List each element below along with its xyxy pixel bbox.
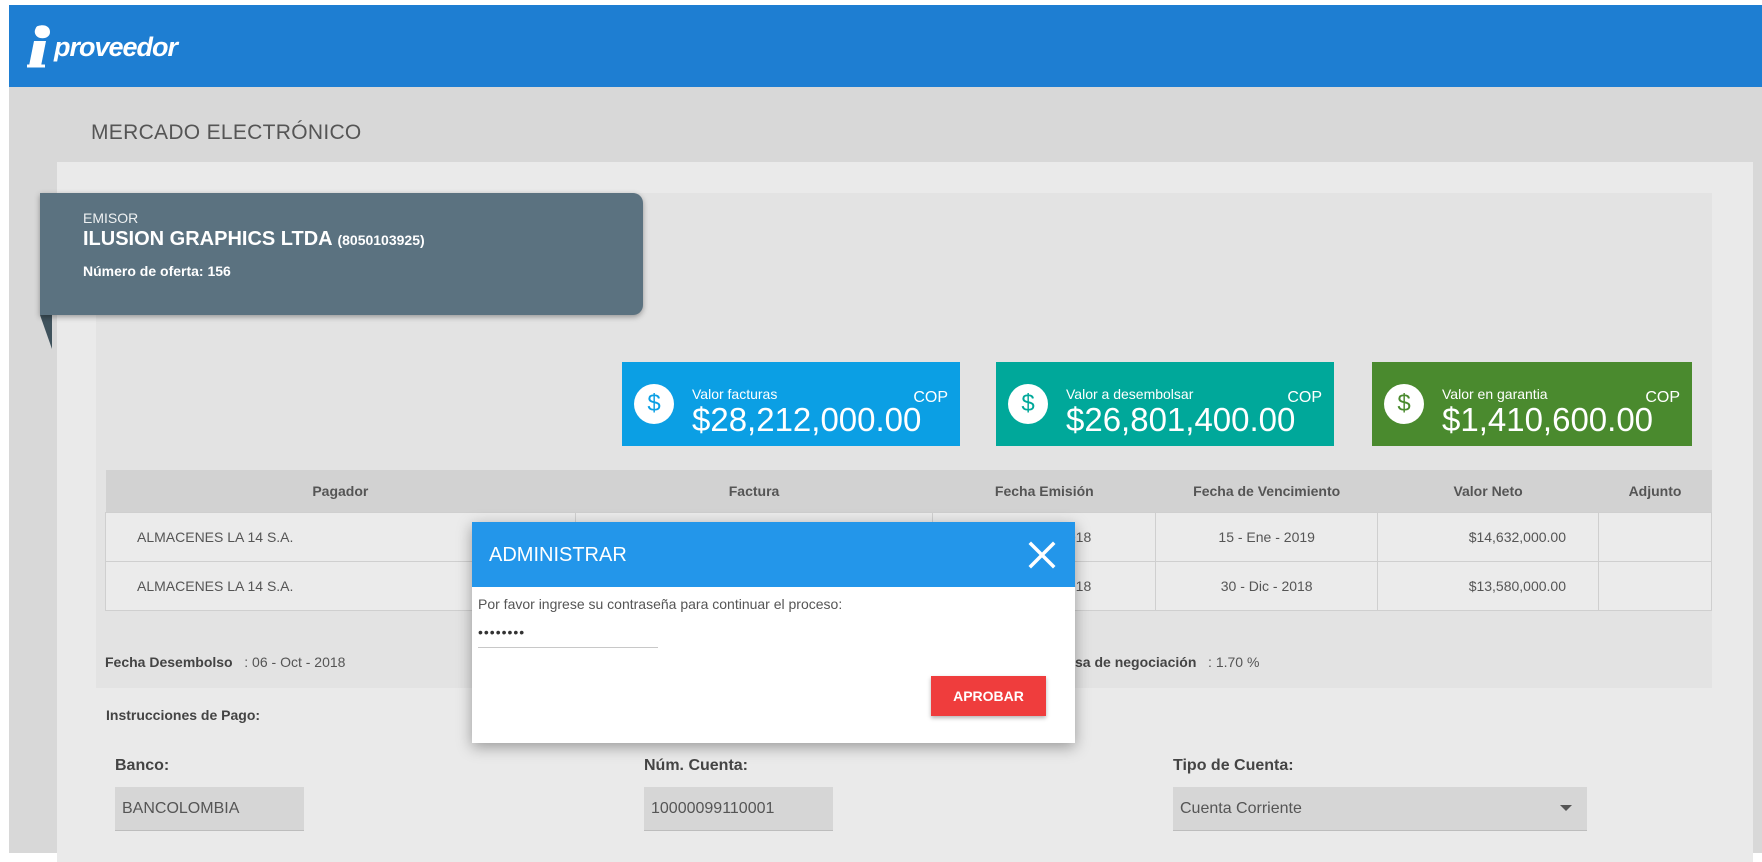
value-currency: COP bbox=[913, 389, 948, 406]
value-amount: $28,212,000.00 bbox=[692, 401, 922, 438]
cuenta-field[interactable]: 10000099110001 bbox=[644, 787, 833, 831]
dollar-icon: $ bbox=[1008, 384, 1048, 424]
emisor-name: ILUSION GRAPHICS LTDA (8050103925) bbox=[83, 228, 425, 251]
value-box-facturas: $ Valor facturas $28,212,000.00 COP bbox=[622, 362, 960, 446]
tipo-cuenta-label: Tipo de Cuenta: bbox=[1173, 757, 1294, 774]
value-currency: COP bbox=[1645, 389, 1680, 406]
page-title: MERCADO ELECTRÓNICO bbox=[91, 121, 362, 144]
modal-header: ADMINISTRAR bbox=[472, 522, 1075, 587]
instrucciones-pago: Instrucciones de Pago: bbox=[106, 707, 260, 723]
cell-valor: $13,580,000.00 bbox=[1377, 561, 1600, 611]
fecha-desembolso-value: : 06 - Oct - 2018 bbox=[244, 654, 346, 670]
value-amount: $26,801,400.00 bbox=[1066, 401, 1296, 438]
offer-number: Número de oferta: 156 bbox=[83, 263, 231, 279]
tipo-cuenta-select[interactable]: Cuenta Corriente bbox=[1173, 787, 1587, 831]
fecha-desembolso-label: Fecha Desembolso bbox=[105, 654, 233, 670]
caret-down-icon bbox=[1560, 805, 1572, 811]
dollar-icon: $ bbox=[1384, 384, 1424, 424]
cell-vencimiento: 30 - Dic - 2018 bbox=[1155, 561, 1379, 611]
cell-adjunto[interactable] bbox=[1598, 561, 1712, 611]
tasa-negociacion-label: sa de negociación bbox=[1075, 654, 1197, 670]
modal-title: ADMINISTRAR bbox=[489, 544, 627, 566]
fecha-desembolso: Fecha Desembolso : 06 - Oct - 2018 bbox=[105, 654, 345, 670]
tasa-negociacion-value: : 1.70 % bbox=[1208, 654, 1260, 670]
emisor-card: EMISOR ILUSION GRAPHICS LTDA (8050103925… bbox=[40, 193, 643, 315]
emisor-label: EMISOR bbox=[83, 210, 139, 226]
col-valor-neto: Valor Neto bbox=[1377, 470, 1599, 513]
value-amount: $1,410,600.00 bbox=[1442, 401, 1654, 438]
emisor-name-text: ILUSION GRAPHICS LTDA bbox=[83, 228, 332, 250]
banco-field[interactable]: BANCOLOMBIA bbox=[115, 787, 304, 831]
password-input[interactable] bbox=[478, 617, 658, 648]
cell-adjunto[interactable] bbox=[1598, 512, 1712, 562]
value-box-desembolsar: $ Valor a desembolsar $26,801,400.00 COP bbox=[996, 362, 1334, 446]
col-adjunto: Adjunto bbox=[1598, 470, 1712, 513]
top-bar: proveedor bbox=[9, 5, 1762, 87]
tasa-negociacion: sa de negociación : 1.70 % bbox=[1075, 654, 1259, 670]
logo-i-icon bbox=[27, 25, 50, 68]
emisor-nit: (8050103925) bbox=[337, 232, 425, 248]
instrucciones-pago-label: Instrucciones de Pago: bbox=[106, 707, 261, 723]
approve-button[interactable]: APROBAR bbox=[931, 676, 1046, 716]
app-logo[interactable]: proveedor bbox=[26, 23, 178, 71]
emisor-ribbon-fold bbox=[40, 315, 52, 349]
table-header-row: Pagador Factura Fecha Emisión Fecha de V… bbox=[105, 470, 1712, 513]
banco-label: Banco: bbox=[115, 757, 170, 774]
cell-vencimiento: 15 - Ene - 2019 bbox=[1155, 512, 1379, 562]
col-fecha-vencimiento: Fecha de Vencimiento bbox=[1155, 470, 1378, 513]
cuenta-label: Núm. Cuenta: bbox=[644, 757, 748, 774]
col-fecha-emision: Fecha Emisión bbox=[932, 470, 1156, 513]
modal-message: Por favor ingrese su contraseña para con… bbox=[478, 596, 843, 612]
tipo-cuenta-value: Cuenta Corriente bbox=[1180, 800, 1302, 817]
cell-valor: $14,632,000.00 bbox=[1377, 512, 1600, 562]
value-currency: COP bbox=[1287, 389, 1322, 406]
value-box-garantia: $ Valor en garantia $1,410,600.00 COP bbox=[1372, 362, 1692, 446]
col-factura: Factura bbox=[575, 470, 933, 513]
administrar-modal: ADMINISTRAR Por favor ingrese su contras… bbox=[472, 522, 1075, 743]
logo-text: proveedor bbox=[54, 31, 178, 62]
col-pagador: Pagador bbox=[105, 470, 576, 513]
close-icon[interactable] bbox=[1027, 540, 1057, 570]
dollar-icon: $ bbox=[634, 384, 674, 424]
